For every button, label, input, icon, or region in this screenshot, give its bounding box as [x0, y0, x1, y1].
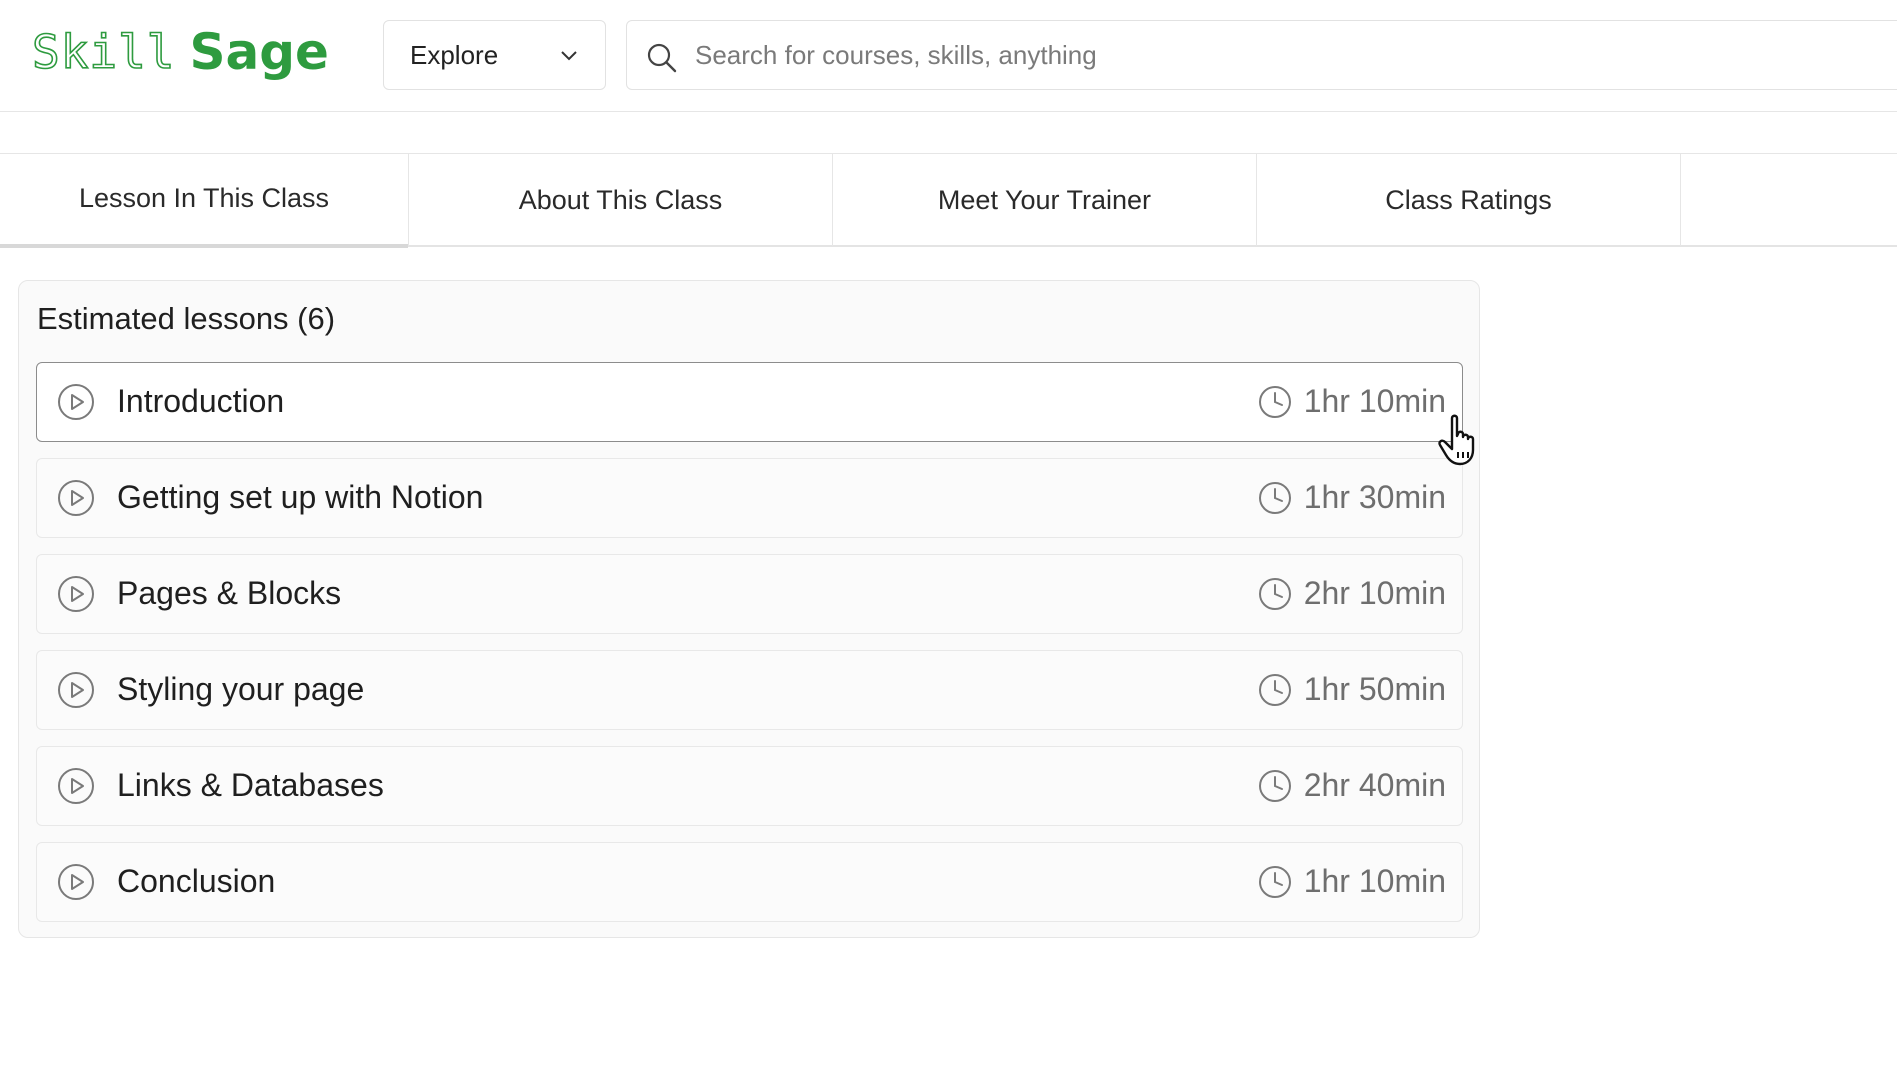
search-icon: [647, 43, 677, 73]
search-bar[interactable]: [626, 20, 1897, 90]
lesson-item[interactable]: Links & Databases 2hr 40min: [36, 746, 1463, 826]
lesson-duration-text: 1hr 30min: [1303, 479, 1446, 515]
lesson-title: Pages & Blocks: [117, 575, 342, 611]
tab-lessons-label: Lesson In This Class: [78, 182, 330, 213]
lesson-duration-text: 1hr 10min: [1303, 383, 1446, 419]
lesson-duration: 1hr 10min: [1258, 863, 1446, 900]
lesson-item[interactable]: Getting set up with Notion 1hr 30min: [36, 458, 1463, 538]
lesson-duration-text: 2hr 10min: [1303, 575, 1446, 611]
tab-lessons[interactable]: Lesson In This Class: [0, 154, 409, 248]
lesson-duration: 2hr 10min: [1258, 575, 1446, 612]
lesson-title: Getting set up with Notion: [117, 479, 484, 515]
tab-trainer-label: Meet Your Trainer: [937, 184, 1152, 215]
lesson-title: Introduction: [117, 383, 285, 419]
lesson-title: Links & Databases: [117, 767, 384, 803]
lesson-item[interactable]: Introduction 1hr 10min: [36, 362, 1463, 442]
play-icon: [58, 576, 94, 612]
lesson-title: Conclusion: [117, 863, 276, 899]
site-logo[interactable]: Skill Sage: [31, 22, 329, 82]
clock-icon: [1258, 385, 1291, 418]
clock-icon: [1258, 673, 1291, 706]
chevron-down-icon: [561, 51, 577, 61]
tab-ratings[interactable]: Class Ratings: [1257, 154, 1681, 246]
lesson-duration: 1hr 10min: [1258, 383, 1446, 420]
lesson-item[interactable]: Pages & Blocks 2hr 10min: [36, 554, 1463, 634]
lesson-item[interactable]: Conclusion 1hr 10min: [36, 842, 1463, 922]
lesson-duration: 2hr 40min: [1258, 767, 1446, 804]
clock-icon: [1258, 481, 1291, 514]
lesson-title: Styling your page: [117, 671, 365, 707]
logo-skill-text: Skill: [31, 24, 176, 80]
clock-icon: [1258, 769, 1291, 802]
tab-ratings-label: Class Ratings: [1385, 184, 1552, 215]
play-icon: [58, 864, 94, 900]
play-icon: [58, 672, 94, 708]
lesson-duration-text: 1hr 50min: [1303, 671, 1446, 707]
logo-sage-text: Sage: [189, 23, 329, 81]
class-tabs: Lesson In This Class About This Class Me…: [0, 153, 1897, 248]
lesson-duration: 1hr 30min: [1258, 479, 1446, 516]
tab-trainer[interactable]: Meet Your Trainer: [833, 154, 1257, 246]
clock-icon: [1258, 865, 1291, 898]
lesson-duration-text: 1hr 10min: [1303, 863, 1446, 899]
explore-label: Explore: [410, 39, 499, 70]
clock-icon: [1258, 577, 1291, 610]
hand-pointer-cursor-icon: [1438, 414, 1475, 466]
explore-dropdown[interactable]: Explore: [383, 20, 606, 90]
play-icon: [58, 768, 94, 804]
play-icon: [58, 384, 94, 420]
lesson-duration: 1hr 50min: [1258, 671, 1446, 708]
lessons-panel-title: Estimated lessons (6): [37, 301, 336, 336]
tab-about[interactable]: About This Class: [409, 154, 833, 246]
search-input[interactable]: [695, 39, 1695, 71]
play-icon: [58, 480, 94, 516]
lessons-panel: Estimated lessons (6) Introduction 1hr 1…: [18, 280, 1480, 938]
top-header: Skill Sage Explore: [0, 0, 1897, 112]
lesson-duration-text: 2hr 40min: [1303, 767, 1446, 803]
tab-about-label: About This Class: [518, 184, 723, 215]
lesson-item[interactable]: Styling your page 1hr 50min: [36, 650, 1463, 730]
